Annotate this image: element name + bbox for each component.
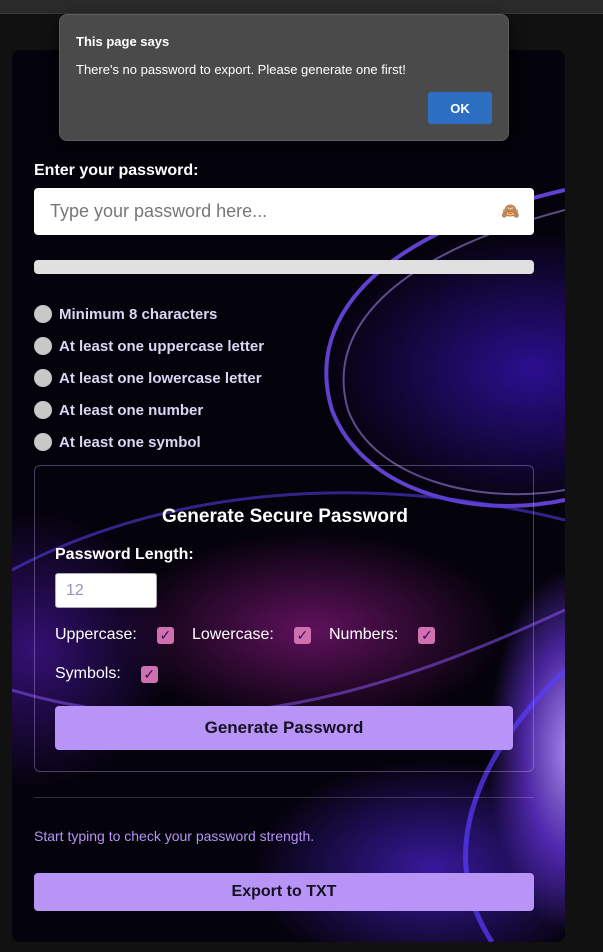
- browser-top-bar: [0, 0, 603, 14]
- password-checker-card: Enter your password: 🙈 Minimum 8 charact…: [12, 50, 565, 942]
- export-txt-button[interactable]: Export to TXT: [34, 873, 534, 911]
- dialog-message: There's no password to export. Please ge…: [76, 62, 406, 77]
- option-uppercase: Uppercase: ✓: [55, 626, 174, 644]
- length-label: Password Length:: [55, 546, 194, 563]
- requirement-label: At least one lowercase letter: [59, 369, 262, 387]
- lowercase-checkbox[interactable]: ✓: [293, 626, 311, 644]
- strength-status-text: Start typing to check your password stre…: [34, 828, 315, 844]
- alert-dialog: This page says There's no password to ex…: [59, 14, 509, 141]
- status-dot-icon: [34, 369, 52, 387]
- numbers-checkbox[interactable]: ✓: [418, 626, 436, 644]
- divider: [34, 797, 534, 798]
- status-dot-icon: [34, 337, 52, 355]
- page-background: Enter your password: 🙈 Minimum 8 charact…: [0, 14, 603, 952]
- dialog-title: This page says: [76, 34, 170, 49]
- requirement-symbol: At least one symbol: [34, 426, 264, 458]
- requirement-label: At least one number: [59, 401, 204, 419]
- generator-title: Generate Secure Password: [161, 506, 409, 527]
- uppercase-checkbox[interactable]: ✓: [156, 626, 174, 644]
- password-label: Enter your password:: [34, 162, 199, 179]
- requirement-min-length: Minimum 8 characters: [34, 298, 264, 330]
- option-numbers: Numbers: ✓: [329, 626, 436, 644]
- length-input[interactable]: [55, 573, 157, 608]
- option-label: Symbols:: [55, 665, 121, 682]
- password-input[interactable]: [34, 188, 494, 235]
- status-dot-icon: [34, 433, 52, 451]
- option-label: Uppercase:: [55, 626, 137, 643]
- option-label: Lowercase:: [192, 626, 274, 643]
- requirement-uppercase: At least one uppercase letter: [34, 330, 264, 362]
- password-generator-panel: Generate Secure Password Password Length…: [34, 465, 534, 772]
- strength-meter: [34, 260, 534, 274]
- password-field: 🙈: [34, 188, 534, 235]
- option-lowercase: Lowercase: ✓: [192, 626, 311, 644]
- generate-password-button[interactable]: Generate Password: [55, 706, 513, 750]
- status-dot-icon: [34, 401, 52, 419]
- option-label: Numbers:: [329, 626, 399, 643]
- status-dot-icon: [34, 305, 52, 323]
- requirement-lowercase: At least one lowercase letter: [34, 362, 264, 394]
- requirement-label: At least one uppercase letter: [59, 337, 265, 355]
- requirement-label: At least one symbol: [59, 433, 201, 451]
- symbols-checkbox[interactable]: ✓: [140, 665, 158, 683]
- requirement-number: At least one number: [34, 394, 264, 426]
- requirements-list: Minimum 8 characters At least one upperc…: [34, 298, 264, 458]
- requirement-label: Minimum 8 characters: [59, 305, 218, 323]
- option-symbols: Symbols: ✓: [55, 665, 158, 683]
- toggle-visibility-icon[interactable]: 🙈: [501, 203, 520, 220]
- dialog-ok-button[interactable]: OK: [428, 92, 492, 124]
